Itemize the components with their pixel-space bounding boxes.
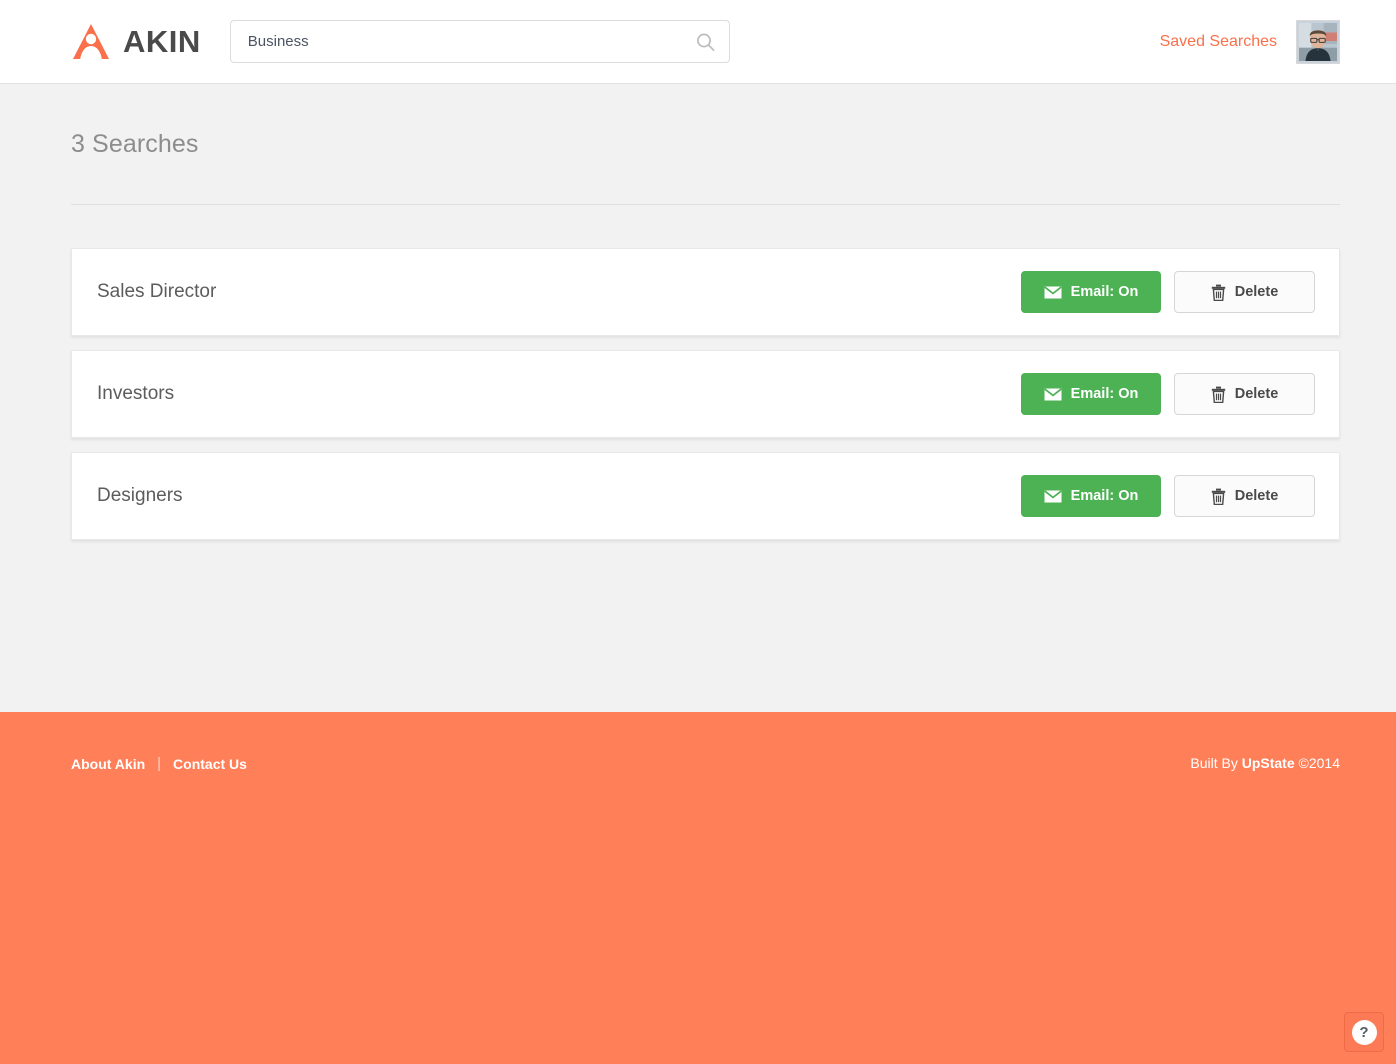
delete-button[interactable]: Delete — [1174, 475, 1315, 517]
card-actions: Email: On Delete — [1021, 475, 1315, 517]
title-divider — [71, 204, 1340, 205]
credit-prefix: Built By — [1190, 755, 1242, 771]
credit-suffix: ©2014 — [1294, 755, 1340, 771]
email-toggle-button[interactable]: Email: On — [1021, 475, 1161, 517]
contact-us-link[interactable]: Contact Us — [173, 756, 247, 772]
email-toggle-button[interactable]: Email: On — [1021, 373, 1161, 415]
delete-button-label: Delete — [1234, 284, 1279, 300]
delete-button-label: Delete — [1234, 386, 1279, 402]
site-header: AKIN Saved Searches — [0, 0, 1396, 84]
about-akin-link[interactable]: About Akin — [71, 756, 145, 772]
envelope-icon — [1043, 387, 1062, 401]
header-right-group: Saved Searches — [1160, 19, 1340, 64]
page-title: 3 Searches — [71, 130, 199, 158]
card-actions: Email: On Delete — [1021, 271, 1315, 313]
email-toggle-button[interactable]: Email: On — [1021, 271, 1161, 313]
envelope-icon — [1043, 489, 1062, 503]
trash-icon — [1211, 284, 1226, 301]
saved-search-card[interactable]: Sales Director Email: On Delete — [71, 248, 1340, 336]
help-button[interactable]: ? — [1344, 1012, 1384, 1052]
avatar[interactable] — [1296, 19, 1340, 64]
saved-searches-list: Sales Director Email: On Delete Investor… — [71, 248, 1340, 540]
email-toggle-label: Email: On — [1070, 284, 1139, 300]
delete-button[interactable]: Delete — [1174, 373, 1315, 415]
saved-search-card[interactable]: Investors Email: On Delete — [71, 350, 1340, 438]
footer-links: About Akin | Contact Us — [71, 755, 247, 772]
brand-name: AKIN — [123, 24, 201, 59]
email-toggle-label: Email: On — [1070, 488, 1139, 504]
trash-icon — [1211, 488, 1226, 505]
brand-logo-link[interactable]: AKIN — [71, 22, 201, 62]
credit-brand: UpState — [1241, 755, 1295, 771]
saved-search-name: Designers — [97, 485, 183, 506]
footer-credit: Built By UpState ©2014 — [1190, 755, 1340, 771]
saved-search-name: Investors — [97, 383, 175, 404]
footer-separator: | — [157, 755, 162, 772]
delete-button[interactable]: Delete — [1174, 271, 1315, 313]
delete-button-label: Delete — [1234, 488, 1279, 504]
envelope-icon — [1043, 285, 1062, 299]
site-footer: About Akin | Contact Us Built By UpState… — [0, 712, 1396, 1064]
saved-search-name: Sales Director — [97, 281, 217, 302]
question-mark-icon: ? — [1351, 1019, 1377, 1045]
saved-searches-link[interactable]: Saved Searches — [1160, 33, 1277, 51]
main-content: 3 Searches Sales Director Email: On Dele… — [0, 84, 1396, 712]
card-actions: Email: On Delete — [1021, 373, 1315, 415]
search-input[interactable] — [229, 20, 730, 63]
saved-search-card[interactable]: Designers Email: On Delete — [71, 452, 1340, 540]
akin-triangle-person-logo-icon — [71, 22, 111, 62]
email-toggle-label: Email: On — [1070, 386, 1139, 402]
search-box — [229, 20, 730, 63]
trash-icon — [1211, 386, 1226, 403]
